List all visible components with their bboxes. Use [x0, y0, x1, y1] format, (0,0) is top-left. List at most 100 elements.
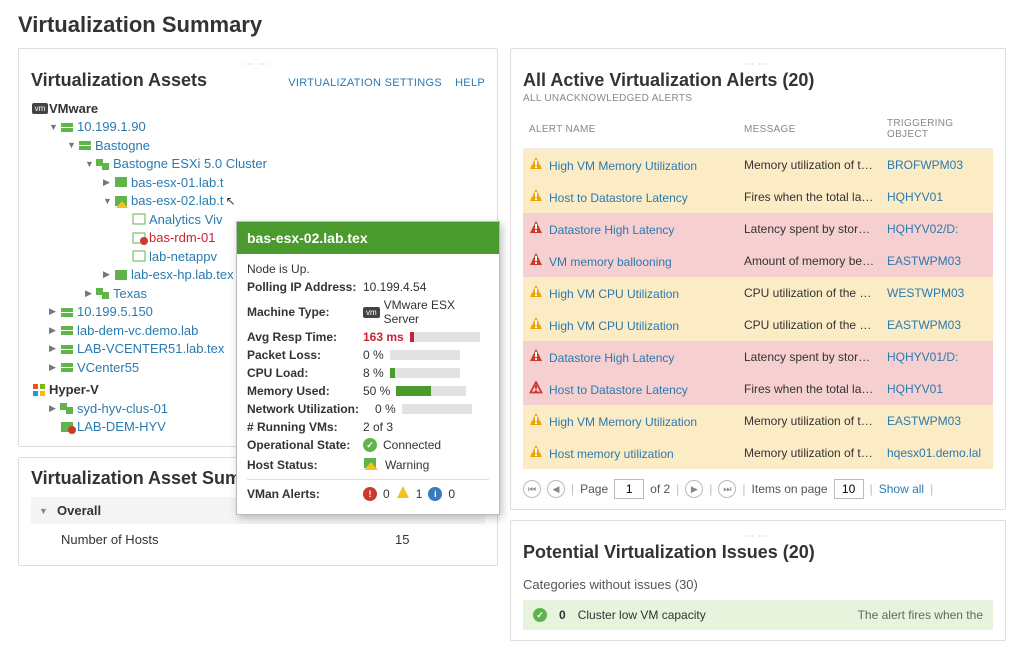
tree-label: lab-esx-hp.lab.tex — [131, 267, 234, 282]
virtualization-assets-panel: ⋯⋯ Virtualization Assets VIRTUALIZATION … — [18, 48, 498, 447]
alert-message: Fires when the total latency betw... — [738, 181, 881, 213]
tree-node[interactable]: ▶ bas-esx-01.lab.t — [31, 173, 485, 192]
show-all-link[interactable]: Show all — [879, 482, 924, 496]
virtualization-settings-link[interactable]: VIRTUALIZATION SETTINGS — [288, 77, 442, 89]
alert-row[interactable]: High VM CPU UtilizationCPU utilization o… — [523, 277, 993, 309]
label: Network Utilization: — [247, 402, 375, 416]
expand-icon[interactable]: ▶ — [49, 403, 59, 414]
triggering-object[interactable]: EASTWPM03 — [881, 309, 993, 341]
alert-name[interactable]: Datastore High Latency — [549, 351, 674, 365]
alert-message: Fires when the total latency betw... — [738, 373, 881, 405]
severity-icon — [529, 349, 543, 362]
alert-name[interactable]: Host memory utilization — [549, 447, 674, 461]
severity-icon — [529, 413, 543, 426]
alert-message: CPU utilization of the VM over 70% — [738, 309, 881, 341]
tooltip-status: Node is Up. — [247, 262, 489, 276]
panel-drag-handle-icon[interactable]: ⋯⋯ — [523, 531, 993, 542]
next-page-button[interactable]: ▶ — [685, 480, 703, 498]
alert-row[interactable]: Host to Datastore Latency Fires when the … — [523, 373, 993, 405]
col-alert-name[interactable]: ALERT NAME — [523, 110, 738, 149]
tree-label: LAB-DEM-HYV — [77, 419, 166, 434]
label: Operational State: — [247, 438, 363, 452]
alert-name[interactable]: High VM Memory Utilization — [549, 415, 697, 429]
items-per-page-input[interactable] — [834, 479, 864, 499]
tree-vendor-vmware[interactable]: vm VMware — [31, 99, 485, 118]
alert-name[interactable]: Datastore High Latency — [549, 223, 674, 237]
expand-icon[interactable]: ▶ — [85, 288, 95, 299]
alert-row[interactable]: VM memory ballooningAmount of memory bei… — [523, 245, 993, 277]
alert-name[interactable]: High VM Memory Utilization — [549, 159, 697, 173]
alert-row[interactable]: Host memory utilizationMemory utilizatio… — [523, 437, 993, 469]
categories-without-issues[interactable]: Categories without issues (30) — [523, 577, 993, 592]
vmware-icon: vm — [363, 307, 380, 318]
alert-name[interactable]: High VM CPU Utilization — [549, 319, 679, 333]
vmware-icon: vm — [31, 100, 49, 116]
tree-label: lab-netappv — [149, 249, 217, 264]
help-link[interactable]: HELP — [455, 77, 485, 89]
alert-row[interactable]: Host to Datastore Latency Fires when the … — [523, 181, 993, 213]
alert-row[interactable]: High VM CPU Utilization CPU utilization o… — [523, 309, 993, 341]
triggering-object[interactable]: BROFWPM03 — [881, 149, 993, 182]
expand-icon[interactable]: ▶ — [49, 306, 59, 317]
alert-name[interactable]: Host to Datastore Latency — [549, 191, 688, 205]
alert-row[interactable]: High VM Memory Utilization Memory utiliza… — [523, 149, 993, 182]
alert-name[interactable]: VM memory ballooning — [549, 255, 672, 269]
triggering-object[interactable]: HQHYV01/D: — [881, 341, 993, 373]
expand-icon[interactable]: ▶ — [49, 325, 59, 336]
vm-error-icon — [131, 230, 149, 246]
triggering-object[interactable]: HQHYV01 — [881, 181, 993, 213]
col-message[interactable]: MESSAGE — [738, 110, 881, 149]
alert-message: Memory utilization of the VM ove... — [738, 149, 881, 182]
bar-icon — [390, 350, 460, 360]
bar-icon — [390, 368, 460, 378]
value: 50 % — [363, 384, 390, 398]
collapse-icon[interactable]: ▼ — [39, 506, 49, 516]
issue-row[interactable]: ✓ 0 Cluster low VM capacity The alert fi… — [523, 600, 993, 630]
collapse-icon[interactable]: ▼ — [49, 122, 59, 132]
prev-page-button[interactable]: ◀ — [547, 480, 565, 498]
potential-issues-panel: ⋯⋯ Potential Virtualization Issues (20) … — [510, 520, 1006, 641]
last-page-button[interactable]: ⏭ — [718, 480, 736, 498]
expand-icon[interactable]: ▶ — [49, 362, 59, 373]
alerts-table: ALERT NAME MESSAGE TRIGGERING OBJECT Hig… — [523, 110, 993, 469]
tree-node-hover[interactable]: ▼ bas-esx-02.lab.t ↖ — [31, 192, 485, 211]
triggering-object[interactable]: EASTWPM03 — [881, 245, 993, 277]
vm-icon — [131, 211, 149, 227]
triggering-object[interactable]: WESTWPM03 — [881, 277, 993, 309]
expand-icon[interactable]: ▶ — [103, 269, 113, 280]
alert-name[interactable]: Host to Datastore Latency — [549, 383, 688, 397]
severity-icon — [529, 189, 543, 202]
first-page-button[interactable]: ⏮ — [523, 480, 541, 498]
vman-alert-counts: !0 1 i0 — [363, 486, 489, 502]
host-error-icon — [59, 419, 77, 435]
triggering-object[interactable]: HQHYV01 — [881, 373, 993, 405]
label: Avg Resp Time: — [247, 330, 363, 344]
folder-icon — [77, 137, 95, 153]
alert-row[interactable]: High VM Memory UtilizationMemory utiliza… — [523, 405, 993, 437]
tree-node[interactable]: ▼ Bastogne — [31, 136, 485, 155]
info-icon: i — [428, 487, 442, 501]
label: of 2 — [650, 482, 670, 496]
collapse-icon[interactable]: ▼ — [103, 196, 113, 206]
issue-desc: The alert fires when the — [858, 608, 983, 622]
value: 163 ms — [363, 330, 404, 344]
page-input[interactable] — [614, 479, 644, 499]
expand-icon[interactable]: ▶ — [103, 177, 113, 188]
tree-node[interactable]: ▼ 10.199.1.90 — [31, 118, 485, 137]
issue-count: 0 — [559, 608, 566, 622]
tree-node[interactable]: ▼ Bastogne ESXi 5.0 Cluster — [31, 155, 485, 174]
panel-drag-handle-icon[interactable]: ⋯⋯ — [523, 59, 993, 70]
alert-row[interactable]: Datastore High LatencyLatency spent by s… — [523, 213, 993, 245]
collapse-icon[interactable]: ▼ — [85, 159, 95, 169]
col-triggering-object[interactable]: TRIGGERING OBJECT — [881, 110, 993, 149]
tree-label: Bastogne ESXi 5.0 Cluster — [113, 156, 267, 171]
alert-row[interactable]: Datastore High LatencyLatency spent by s… — [523, 341, 993, 373]
triggering-object[interactable]: HQHYV02/D: — [881, 213, 993, 245]
alert-name[interactable]: High VM CPU Utilization — [549, 287, 679, 301]
triggering-object[interactable]: hqesx01.demo.lal — [881, 437, 993, 469]
triggering-object[interactable]: EASTWPM03 — [881, 405, 993, 437]
expand-icon[interactable]: ▶ — [49, 343, 59, 354]
collapse-icon[interactable]: ▼ — [67, 140, 77, 150]
panel-drag-handle-icon[interactable]: ⋯⋯ — [31, 59, 485, 70]
severity-icon — [529, 381, 543, 394]
